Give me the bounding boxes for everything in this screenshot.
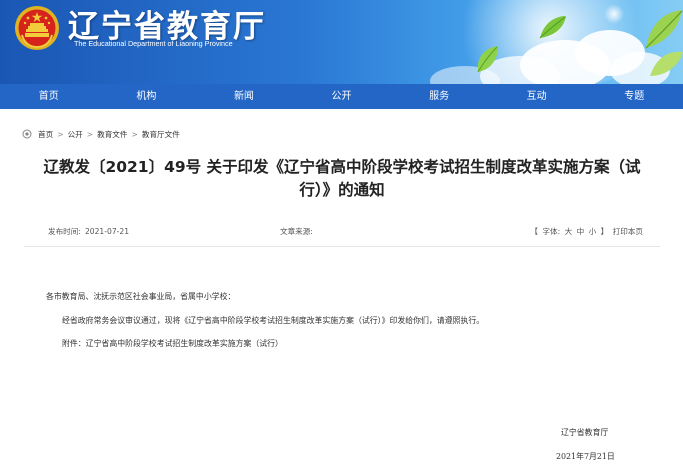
national-emblem-icon [15, 6, 59, 50]
leaf-icon [477, 46, 498, 73]
bubble [604, 4, 624, 24]
font-size-small-button[interactable]: 小 [589, 227, 597, 236]
article-salutation: 各市教育局、沈抚示范区社会事业局，省属中小学校： [46, 292, 236, 301]
article-title-line: 行）》的通知 [299, 181, 385, 199]
font-size-large-button[interactable]: 大 [565, 227, 573, 236]
location-pin-icon [22, 129, 32, 139]
article-meta: 发布时间: 2021-07-21 文章来源: 【 字体: 大 中 小 】 打印本页 [24, 226, 660, 238]
header-banner: 辽宁省教育厅 The Educational Department of Lia… [0, 0, 683, 84]
article-sign-date: 2021年7月21日 [556, 452, 615, 461]
nav-item-organization[interactable]: 机构 [98, 84, 196, 109]
publish-date: 发布时间: 2021-07-21 [48, 226, 129, 237]
main-nav: 首页 机构 新闻 公开 服务 互动 专题 [0, 84, 683, 109]
breadcrumb-department-documents[interactable]: 教育厅文件 [142, 129, 180, 140]
leaf-icon [645, 10, 683, 49]
article-source: 文章来源: [280, 226, 317, 237]
article-paragraph: 经省政府常务会议审议通过，现将《辽宁省高中阶段学校考试招生制度改革实施方案（试行… [62, 316, 485, 325]
breadcrumb-separator: > [131, 129, 138, 139]
publish-date-label: 发布时间: [48, 227, 81, 236]
breadcrumb-public[interactable]: 公开 [68, 129, 83, 140]
article-title: 辽教发〔2021〕49号 关于印发《辽宁省高中阶段学校考试招生制度改革实施方案（… [24, 156, 660, 202]
article-title-line: 辽教发〔2021〕49号 关于印发《辽宁省高中阶段学校考试招生制度改革实施方案（… [43, 158, 641, 176]
page-tools: 【 字体: 大 中 小 】 打印本页 [529, 226, 644, 237]
nav-item-public[interactable]: 公开 [293, 84, 391, 109]
font-size-medium-button[interactable]: 中 [577, 227, 585, 236]
nav-item-news[interactable]: 新闻 [195, 84, 293, 109]
font-bracket-close: 】 [600, 227, 609, 236]
breadcrumb-education-documents[interactable]: 教育文件 [97, 129, 127, 140]
publish-date-value: 2021-07-21 [84, 227, 130, 236]
leaf-icon [650, 51, 683, 76]
site-subtitle: The Educational Department of Liaoning P… [74, 39, 233, 48]
breadcrumb: 首页 > 公开 > 教育文件 > 教育厅文件 [22, 128, 180, 140]
article-signer: 辽宁省教育厅 [561, 428, 609, 437]
breadcrumb-home[interactable]: 首页 [38, 129, 53, 140]
print-page-button[interactable]: 打印本页 [613, 227, 643, 236]
article-attachment[interactable]: 附件：辽宁省高中阶段学校考试招生制度改革实施方案（试行） [62, 338, 283, 349]
divider [24, 246, 660, 247]
font-bracket-open: 【 [530, 227, 538, 236]
nav-item-service[interactable]: 服务 [390, 84, 488, 109]
article-source-label: 文章来源: [280, 227, 313, 236]
nav-item-home[interactable]: 首页 [0, 84, 98, 109]
leaf-icon [539, 16, 566, 39]
breadcrumb-separator: > [86, 129, 94, 139]
nav-item-topics[interactable]: 专题 [585, 84, 683, 109]
breadcrumb-separator: > [57, 129, 64, 139]
font-size-label: 字体: [542, 227, 561, 236]
nav-item-interaction[interactable]: 互动 [488, 84, 586, 109]
